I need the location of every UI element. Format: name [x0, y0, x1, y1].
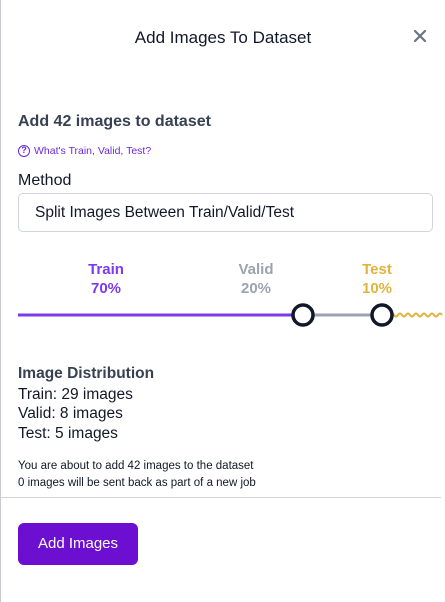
valid-name: Valid — [238, 261, 274, 278]
dialog-title: Add Images To Dataset — [134, 28, 312, 47]
add-images-dialog: Add Images To Dataset Add 42 images to d… — [0, 0, 445, 602]
test-split-label: Test 10% — [342, 260, 412, 298]
valid-percent: 20% — [240, 280, 272, 297]
method-select[interactable]: Split Images Between Train/Valid/Test — [18, 193, 433, 232]
valid-test-handle[interactable] — [370, 303, 394, 327]
train-count: Train: 29 images — [18, 386, 133, 403]
help-link[interactable]: ? What's Train, Valid, Test? — [18, 145, 151, 157]
footer-divider — [1, 497, 441, 498]
split-slider[interactable] — [18, 300, 445, 330]
test-count: Test: 5 images — [18, 425, 118, 442]
job-note: 0 images will be sent back as part of a … — [18, 477, 256, 489]
dataset-heading: Add 42 images to dataset — [18, 113, 211, 130]
method-label: Method — [18, 172, 72, 189]
test-name: Test — [362, 261, 392, 278]
train-valid-handle[interactable] — [291, 303, 315, 327]
help-link-label: What's Train, Valid, Test? — [34, 145, 152, 157]
add-note: You are about to add 42 images to the da… — [18, 460, 254, 472]
question-circle-icon: ? — [18, 145, 30, 157]
valid-count: Valid: 8 images — [18, 405, 123, 422]
train-percent: 70% — [90, 280, 122, 297]
add-images-button[interactable]: Add Images — [18, 523, 138, 565]
test-percent: 10% — [361, 280, 393, 297]
valid-split-label: Valid 20% — [221, 260, 291, 298]
train-name: Train — [88, 261, 124, 278]
distribution-title: Image Distribution — [18, 365, 155, 382]
close-icon[interactable] — [410, 26, 430, 46]
train-split-label: Train 70% — [71, 260, 141, 298]
